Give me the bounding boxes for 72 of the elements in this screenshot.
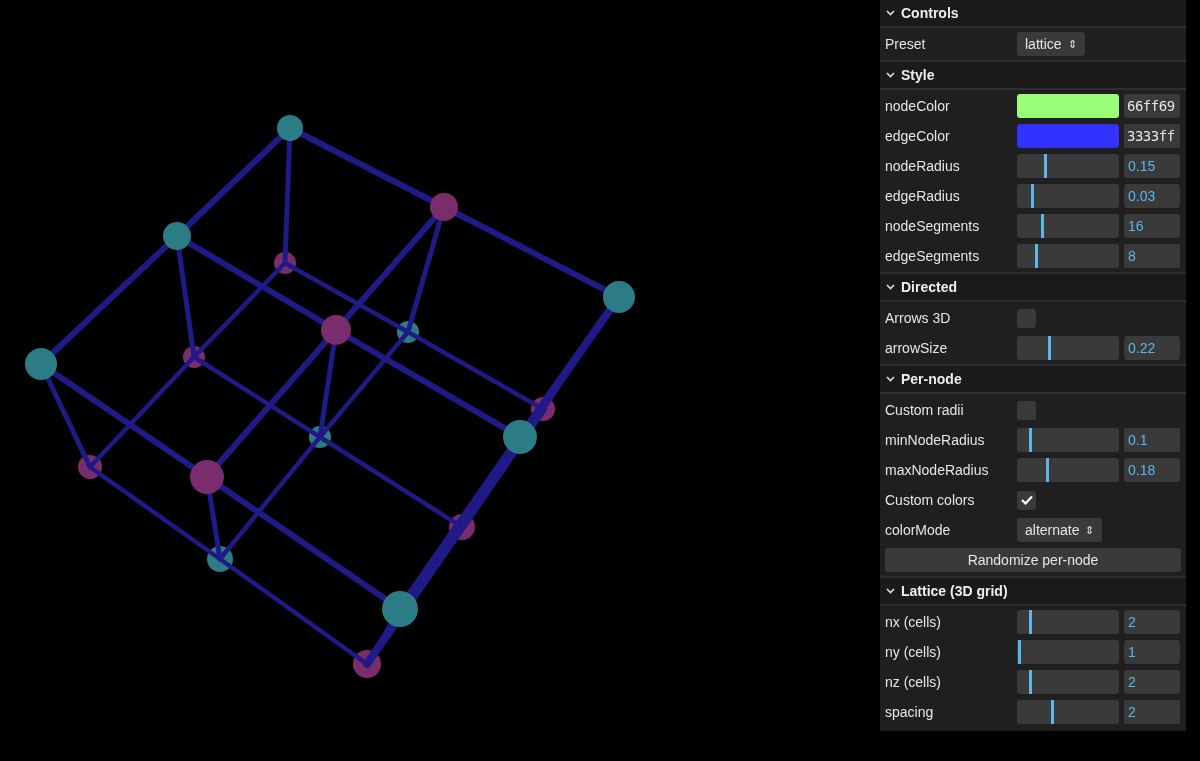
control-label: Custom radii <box>885 400 965 420</box>
slider-track[interactable] <box>1017 700 1119 724</box>
control-label: spacing <box>885 702 935 722</box>
number-field[interactable]: 0.03 <box>1124 184 1180 208</box>
randomize-button[interactable]: Randomize per-node <box>885 548 1181 572</box>
control-label: nodeSegments <box>885 216 981 236</box>
section-header[interactable]: Style <box>880 62 1186 90</box>
number-field[interactable]: 0.15 <box>1124 154 1180 178</box>
number-field[interactable]: 8 <box>1124 244 1180 268</box>
chevron-icon <box>886 588 895 594</box>
slider-thumb[interactable] <box>1034 244 1038 268</box>
slider-track[interactable] <box>1017 184 1119 208</box>
control-label: minNodeRadius <box>885 430 986 450</box>
number-field[interactable]: 0.18 <box>1124 458 1180 482</box>
control-label: Arrows 3D <box>885 308 952 328</box>
slider-thumb[interactable] <box>1050 700 1054 724</box>
checkbox[interactable] <box>1017 490 1036 510</box>
control-label: nx (cells) <box>885 612 942 632</box>
slider-thumb[interactable] <box>1018 640 1021 664</box>
control-label: edgeColor <box>885 126 951 146</box>
chevron-icon <box>886 376 895 382</box>
section-header[interactable]: Directed <box>880 274 1186 302</box>
number-field[interactable]: 1 <box>1124 640 1180 664</box>
control-label: nodeColor <box>885 96 951 116</box>
control-label: Custom colors <box>885 490 976 510</box>
control-label: ny (cells) <box>885 642 942 662</box>
slider-track[interactable] <box>1017 610 1119 634</box>
checkbox[interactable] <box>1017 400 1036 420</box>
control-label: edgeSegments <box>885 246 981 266</box>
slider-track[interactable] <box>1017 670 1119 694</box>
control-label: maxNodeRadius <box>885 460 990 480</box>
color-swatch[interactable] <box>1017 94 1119 118</box>
slider-track[interactable] <box>1017 640 1119 664</box>
slider-track[interactable] <box>1017 458 1119 482</box>
slider-thumb[interactable] <box>1045 458 1049 482</box>
color-swatch[interactable] <box>1017 124 1119 148</box>
slider-track[interactable] <box>1017 428 1119 452</box>
number-field[interactable]: 16 <box>1124 214 1180 238</box>
dropdown[interactable]: lattice ⇕ <box>1017 32 1085 56</box>
slider-thumb[interactable] <box>1047 336 1051 360</box>
slider-thumb[interactable] <box>1028 428 1032 452</box>
slider-thumb[interactable] <box>1043 154 1047 178</box>
slider-thumb[interactable] <box>1030 184 1034 208</box>
number-field[interactable]: 2 <box>1124 700 1180 724</box>
hex-field[interactable]: 3333ff <box>1124 124 1180 148</box>
number-field[interactable]: 0.1 <box>1124 428 1180 452</box>
control-label: edgeRadius <box>885 186 961 206</box>
slider-track[interactable] <box>1017 154 1119 178</box>
control-label: colorMode <box>885 520 952 540</box>
number-field[interactable]: 2 <box>1124 670 1180 694</box>
slider-thumb[interactable] <box>1028 610 1032 634</box>
number-field[interactable]: 0.22 <box>1124 336 1180 360</box>
control-label: nodeRadius <box>885 156 961 176</box>
control-label: nz (cells) <box>885 672 942 692</box>
chevron-icon <box>886 10 895 16</box>
slider-track[interactable] <box>1017 336 1119 360</box>
check-icon <box>1020 495 1033 505</box>
slider-track[interactable] <box>1017 214 1119 238</box>
chevron-icon <box>886 72 895 78</box>
number-field[interactable]: 2 <box>1124 610 1180 634</box>
dropdown[interactable]: alternate ⇕ <box>1017 518 1103 542</box>
chevron-icon <box>886 284 895 290</box>
section-header[interactable]: Controls <box>880 0 1186 28</box>
slider-track[interactable] <box>1017 244 1119 268</box>
control-label: Preset <box>885 34 927 54</box>
control-label: arrowSize <box>885 338 949 358</box>
slider-thumb[interactable] <box>1040 214 1044 238</box>
section-header[interactable]: Per-node <box>880 366 1186 394</box>
section-header[interactable]: Lattice (3D grid) <box>880 578 1186 606</box>
checkbox[interactable] <box>1017 308 1036 328</box>
hex-field[interactable]: 66ff69 <box>1124 94 1180 118</box>
slider-thumb[interactable] <box>1028 670 1032 694</box>
